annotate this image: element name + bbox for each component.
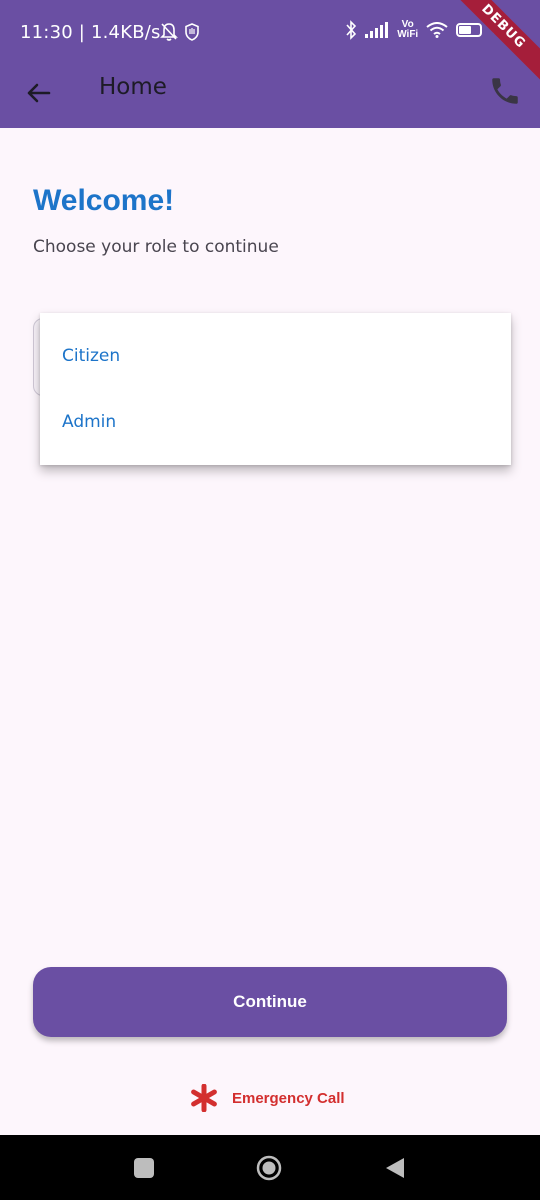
status-left-icons <box>160 22 200 42</box>
vowifi-line2: WiFi <box>397 29 419 40</box>
system-back-button[interactable] <box>382 1155 408 1181</box>
role-menu: Citizen Admin <box>40 313 511 465</box>
bell-off-icon <box>160 23 178 41</box>
phone-icon <box>492 78 518 104</box>
battery-icon <box>456 23 483 37</box>
recents-button[interactable] <box>131 1155 157 1181</box>
recents-icon <box>134 1158 154 1178</box>
back-triangle-icon <box>386 1158 404 1178</box>
signal-icon <box>365 22 389 38</box>
arrow-back-icon <box>27 83 51 103</box>
home-button[interactable] <box>256 1155 282 1181</box>
app-bar: 11:30 | 1.4KB/s Vo WiFi DEBUG Home <box>0 0 540 128</box>
call-button[interactable] <box>488 74 522 108</box>
back-button[interactable] <box>22 76 56 110</box>
emergency-call-link[interactable]: Emergency Call <box>190 1082 345 1114</box>
status-time: 11:30 | 1.4KB/s <box>20 22 161 43</box>
role-subtitle: Choose your role to continue <box>33 237 279 257</box>
home-icon <box>256 1155 282 1181</box>
continue-button[interactable]: Continue <box>33 967 507 1037</box>
emergency-call-label: Emergency Call <box>232 1089 345 1107</box>
menu-item-citizen[interactable]: Citizen <box>62 346 120 366</box>
bluetooth-icon <box>346 20 357 40</box>
menu-item-admin[interactable]: Admin <box>62 412 116 432</box>
page-title: Home <box>99 74 167 100</box>
shield-icon <box>185 23 199 41</box>
asterisk-icon <box>191 1084 217 1112</box>
toolbar: Home <box>0 64 540 128</box>
vowifi-indicator: Vo WiFi <box>397 20 418 40</box>
continue-label: Continue <box>233 992 307 1011</box>
system-nav-bar <box>0 1135 540 1200</box>
wifi-icon <box>426 22 448 38</box>
welcome-heading: Welcome! <box>33 184 175 217</box>
status-bar: 11:30 | 1.4KB/s Vo WiFi <box>0 0 540 64</box>
